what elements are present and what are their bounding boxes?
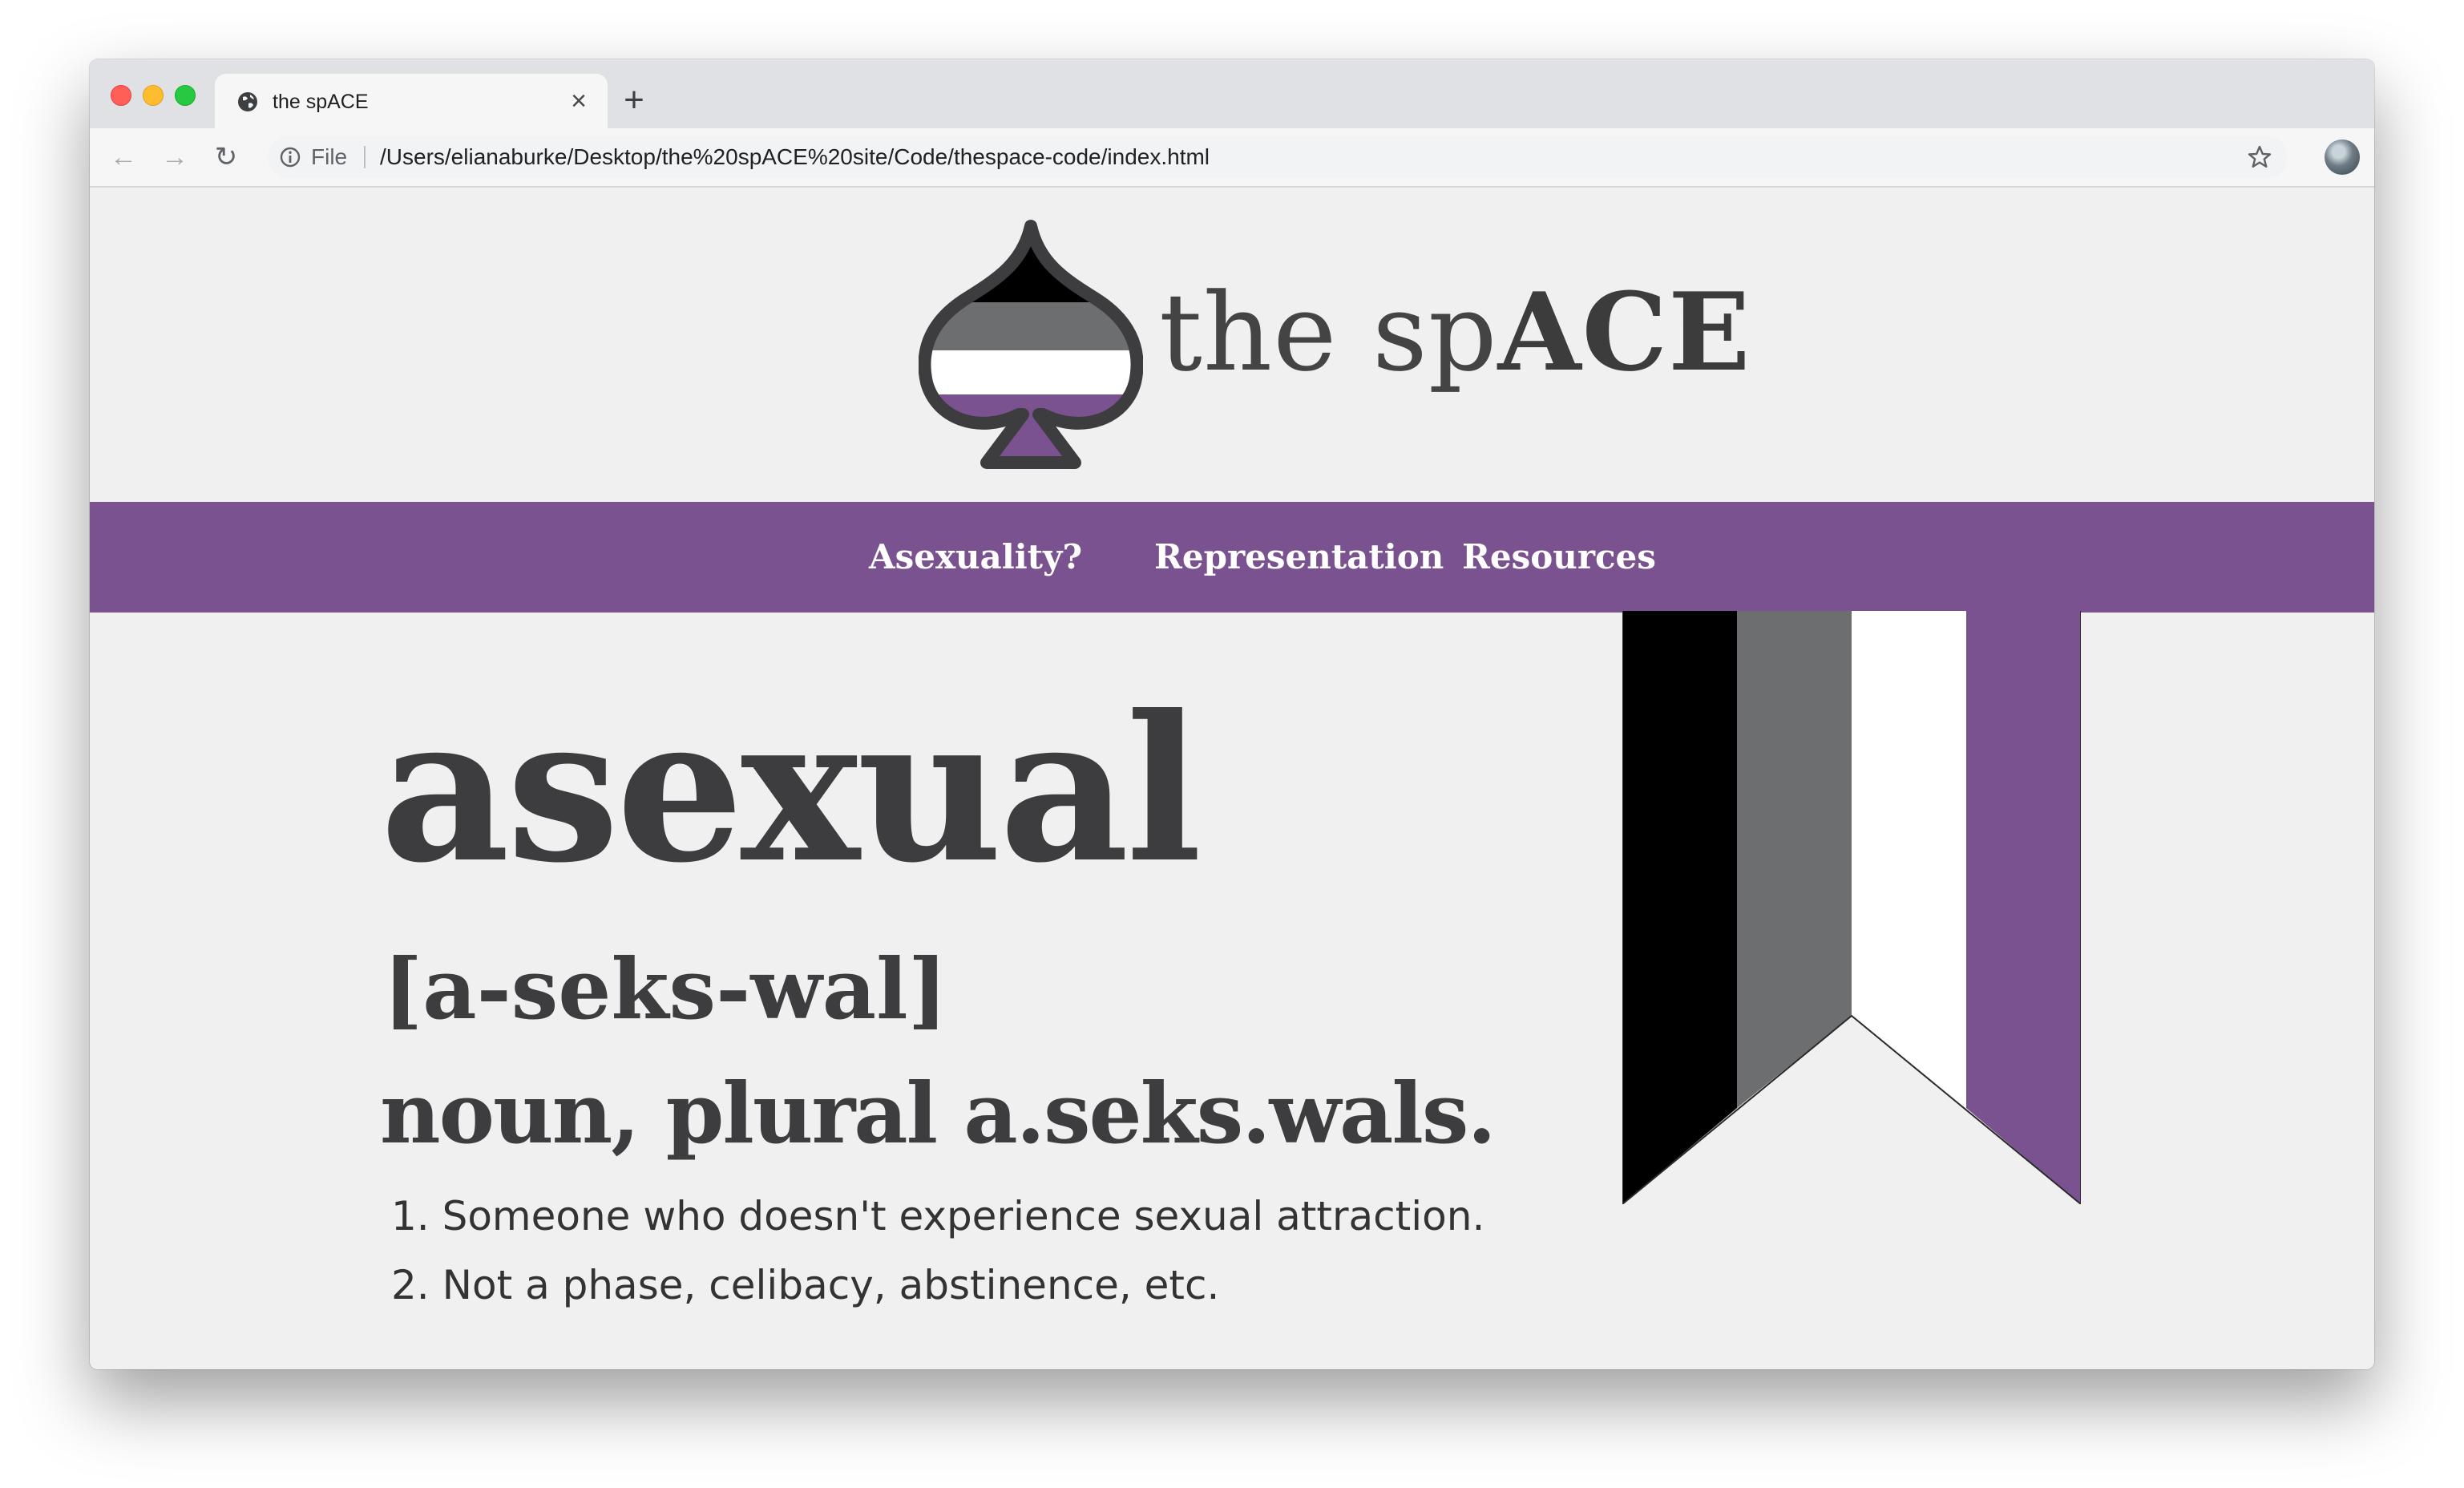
web-page: the spACE Asexuality? Representation Res… <box>90 188 2374 1369</box>
reload-button[interactable]: ↻ <box>208 140 244 175</box>
globe-icon <box>238 92 257 111</box>
address-divider <box>364 146 366 168</box>
ace-spade-flag-logo[interactable] <box>919 218 1143 483</box>
close-window-button[interactable] <box>111 85 131 106</box>
definition-part-of-speech: noun, plural a.seks.wals. <box>380 1064 1497 1162</box>
url-text[interactable]: /Users/elianaburke/Desktop/the%20spACE%2… <box>380 145 1210 169</box>
browser-toolbar: ← → ↻ File /Users/elianaburke/Desktop/th… <box>90 128 2374 188</box>
tab-close-icon[interactable]: × <box>563 85 595 117</box>
ace-flag-banner <box>1622 611 2081 1204</box>
site-title[interactable]: the spACE <box>1159 268 1751 397</box>
banner-stripe-white <box>1852 611 1966 1108</box>
nav-link-asexuality[interactable]: Asexuality? <box>869 534 1082 580</box>
address-bar[interactable]: File /Users/elianaburke/Desktop/the%20sp… <box>268 136 2288 178</box>
banner-stripe-black <box>1622 611 1737 1204</box>
definition-sense: 1. Someone who doesn't experience sexual… <box>391 1193 1485 1239</box>
minimize-window-button[interactable] <box>143 85 164 106</box>
back-button[interactable]: ← <box>106 140 141 175</box>
definition-word: asexual <box>380 671 1202 907</box>
info-icon[interactable] <box>279 146 301 168</box>
forward-button[interactable]: → <box>157 140 192 175</box>
tab-strip: the spACE × + <box>90 59 2374 128</box>
address-scheme-label: File <box>311 144 348 169</box>
banner-stripe-gray <box>1737 611 1852 1108</box>
site-title-light: the sp <box>1159 270 1498 395</box>
star-icon[interactable] <box>2246 144 2273 171</box>
zoom-window-button[interactable] <box>175 85 196 106</box>
banner-stripe-purple <box>1966 611 2081 1204</box>
nav-link-resources[interactable]: Resources <box>1462 534 1656 580</box>
definition-sense: 2. Not a phase, celibacy, abstinence, et… <box>391 1262 1220 1308</box>
profile-avatar[interactable] <box>2325 140 2360 175</box>
nav-link-representation[interactable]: Representation <box>1154 534 1444 580</box>
tab-title: the spACE <box>273 91 369 113</box>
browser-window: the spACE × + ← → ↻ File /Users/elianabu… <box>90 59 2374 1369</box>
definition-list: 1. Someone who doesn't experience sexual… <box>391 1182 1484 1320</box>
definition-pronunciation: [a-seks-wal] <box>383 940 947 1038</box>
main-nav: Asexuality? Representation Resources <box>90 502 2374 613</box>
browser-tab[interactable]: the spACE × <box>215 74 608 128</box>
new-tab-button[interactable]: + <box>616 82 652 119</box>
site-title-bold: ACE <box>1497 269 1751 395</box>
